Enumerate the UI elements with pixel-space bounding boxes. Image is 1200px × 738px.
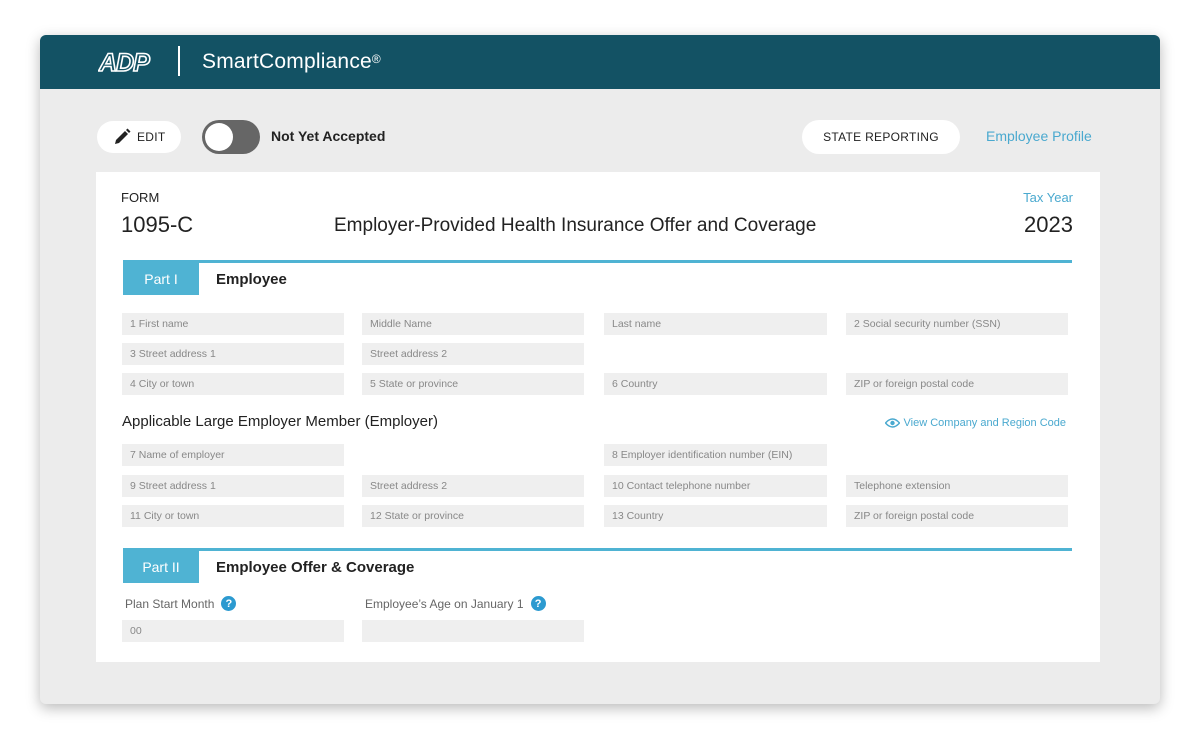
- contact-phone-field[interactable]: 10 Contact telephone number: [604, 475, 827, 497]
- part2-tag: Part II: [123, 551, 199, 583]
- trademark-symbol: ®: [371, 52, 381, 66]
- ssn-field[interactable]: 2 Social security number (SSN): [846, 313, 1068, 335]
- plan-start-month-text: Plan Start Month: [125, 596, 215, 611]
- edit-button[interactable]: EDIT: [97, 121, 181, 153]
- employer-city-field[interactable]: 11 City or town: [122, 505, 344, 527]
- tax-year-value: 2023: [1024, 212, 1073, 237]
- edit-button-label: EDIT: [137, 130, 166, 144]
- employer-section-heading: Applicable Large Employer Member (Employ…: [122, 413, 438, 430]
- app-header: ADP SmartCompliance®: [40, 35, 1160, 89]
- plan-start-month-input[interactable]: 00: [122, 620, 344, 642]
- ein-field[interactable]: 8 Employer identification number (EIN): [604, 444, 827, 466]
- help-icon[interactable]: ?: [530, 596, 546, 611]
- header-divider: [178, 46, 180, 76]
- part1-divider: [123, 260, 1072, 263]
- pencil-icon: [115, 128, 131, 144]
- employee-city-field[interactable]: 4 City or town: [122, 373, 344, 395]
- middle-name-field[interactable]: Middle Name: [362, 313, 584, 335]
- employee-age-input[interactable]: [362, 620, 584, 642]
- acceptance-status-label: Not Yet Accepted: [271, 128, 386, 144]
- employee-country-field[interactable]: 6 Country: [604, 373, 827, 395]
- eye-icon: [884, 418, 900, 428]
- tax-year-label: Tax Year: [1023, 190, 1073, 205]
- app-title-text: SmartCompliance: [202, 50, 372, 73]
- last-name-field[interactable]: Last name: [604, 313, 827, 335]
- toolbar: EDIT Not Yet Accepted STATE REPORTING Em…: [40, 89, 1160, 173]
- employer-name-field[interactable]: 7 Name of employer: [122, 444, 344, 466]
- employer-state-field[interactable]: 12 State or province: [362, 505, 584, 527]
- view-company-region-code-link[interactable]: View Company and Region Code: [884, 417, 1066, 429]
- employer-country-field[interactable]: 13 Country: [604, 505, 827, 527]
- part2-divider: [123, 548, 1072, 551]
- svg-text:ADP: ADP: [98, 49, 150, 75]
- employee-street2-field[interactable]: Street address 2: [362, 343, 584, 365]
- employer-street1-field[interactable]: 9 Street address 1: [122, 475, 344, 497]
- help-icon[interactable]: ?: [221, 596, 237, 611]
- form-label: FORM: [121, 190, 160, 205]
- employee-zip-field[interactable]: ZIP or foreign postal code: [846, 373, 1068, 395]
- employee-street1-field[interactable]: 3 Street address 1: [122, 343, 344, 365]
- employee-profile-link[interactable]: Employee Profile: [986, 128, 1092, 144]
- form-title: Employer-Provided Health Insurance Offer…: [334, 215, 817, 236]
- first-name-field[interactable]: 1 First name: [122, 313, 344, 335]
- employer-zip-field[interactable]: ZIP or foreign postal code: [846, 505, 1068, 527]
- app-window: ADP SmartCompliance® EDIT Not Yet Accept…: [40, 35, 1160, 704]
- acceptance-toggle[interactable]: [202, 120, 260, 154]
- adp-logo: ADP: [98, 47, 154, 77]
- toggle-knob: [205, 123, 233, 151]
- app-title: SmartCompliance®: [202, 50, 381, 74]
- form-1095c-card: FORM 1095-C Employer-Provided Health Ins…: [96, 172, 1100, 662]
- employee-state-field[interactable]: 5 State or province: [362, 373, 584, 395]
- part2-heading: Employee Offer & Coverage: [216, 559, 415, 576]
- plan-start-month-label: Plan Start Month ?: [125, 596, 237, 611]
- state-reporting-button[interactable]: STATE REPORTING: [802, 120, 960, 154]
- part1-heading: Employee: [216, 271, 287, 288]
- part1-tag: Part I: [123, 263, 199, 295]
- employee-age-text: Employee’s Age on January 1: [365, 596, 524, 611]
- employee-age-label: Employee’s Age on January 1 ?: [365, 596, 546, 611]
- form-number: 1095-C: [121, 212, 194, 237]
- phone-extension-field[interactable]: Telephone extension: [846, 475, 1068, 497]
- employer-street2-field[interactable]: Street address 2: [362, 475, 584, 497]
- view-code-link-label: View Company and Region Code: [903, 417, 1066, 429]
